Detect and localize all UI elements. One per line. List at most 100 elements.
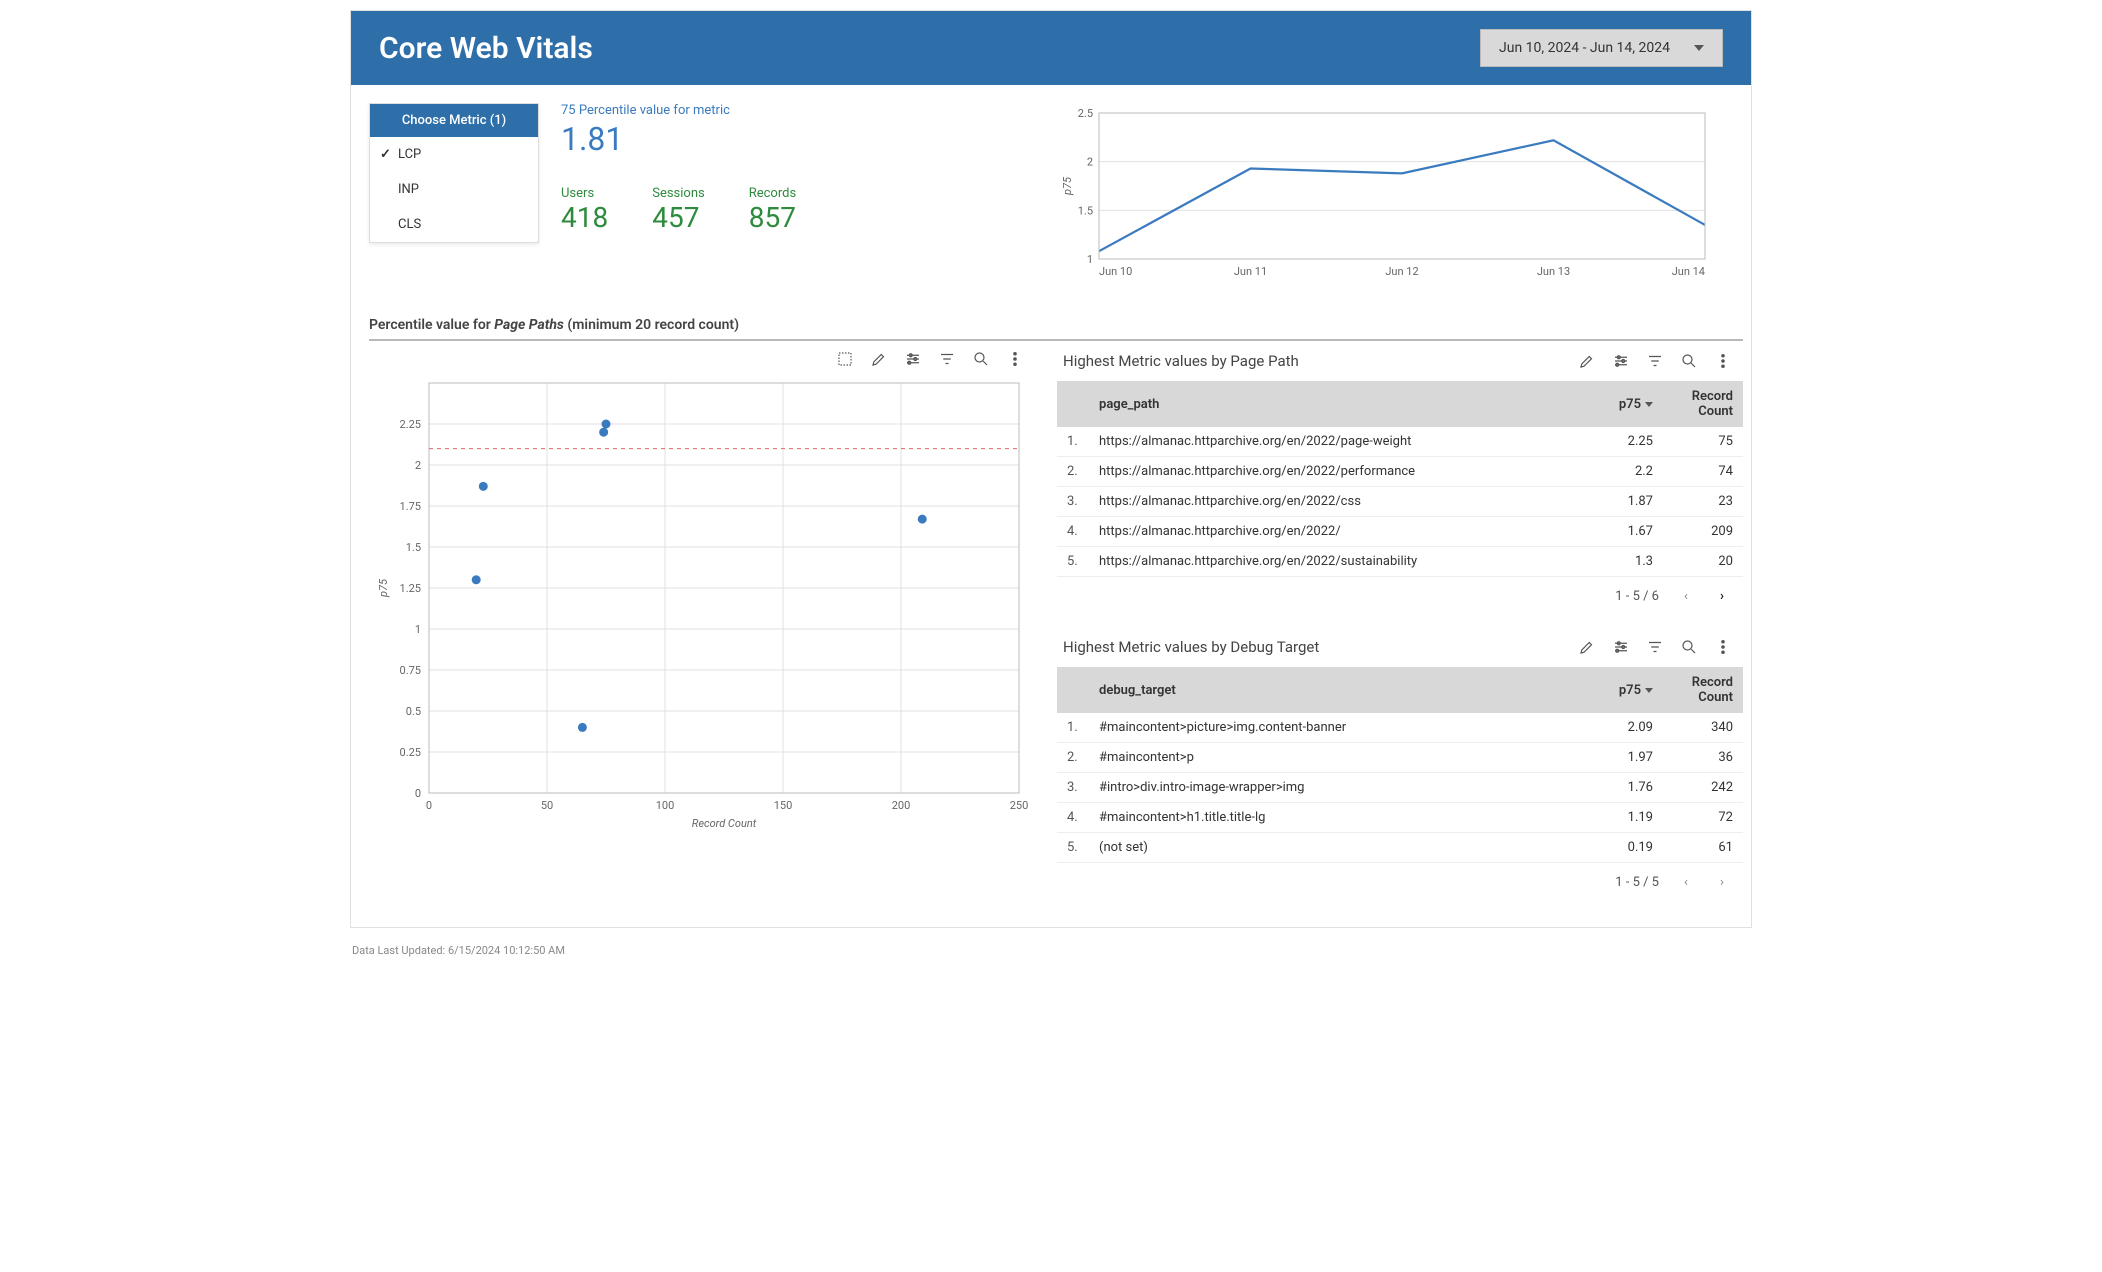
svg-text:2: 2 (1087, 156, 1093, 169)
metric-option-cls[interactable]: CLS (370, 207, 538, 242)
zoom-icon[interactable] (971, 349, 991, 369)
table-row[interactable]: 2.https://almanac.httparchive.org/en/202… (1057, 457, 1743, 487)
kpi-records: Records 857 (749, 186, 796, 234)
svg-text:2: 2 (415, 459, 421, 472)
metric-option-lcp[interactable]: LCP (370, 137, 538, 172)
edit-icon[interactable] (1577, 637, 1597, 657)
svg-text:0.75: 0.75 (400, 664, 421, 677)
page-table-pager: 1 - 5 / 6 ‹ › (1057, 577, 1743, 609)
svg-text:1.75: 1.75 (400, 500, 421, 513)
pager-next[interactable]: › (1713, 873, 1731, 891)
col-p75[interactable]: p75 (1566, 667, 1663, 713)
pager-range: 1 - 5 / 5 (1615, 875, 1659, 890)
tune-icon[interactable] (903, 349, 923, 369)
kpi-sessions-label: Sessions (652, 186, 705, 201)
svg-text:Jun 13: Jun 13 (1537, 265, 1570, 278)
svg-text:Record Count: Record Count (692, 817, 757, 830)
more-icon[interactable] (1713, 637, 1733, 657)
table-row[interactable]: 1.https://almanac.httparchive.org/en/202… (1057, 427, 1743, 457)
debug-table-pager: 1 - 5 / 5 ‹ › (1057, 863, 1743, 895)
sort-desc-icon (1645, 688, 1653, 693)
tune-icon[interactable] (1611, 351, 1631, 371)
kpi-p75-label: 75 Percentile value for metric (561, 103, 1029, 118)
svg-text:50: 50 (541, 799, 553, 812)
date-range-picker[interactable]: Jun 10, 2024 - Jun 14, 2024 (1480, 29, 1723, 67)
filter-icon[interactable] (1645, 351, 1665, 371)
metric-selector-title: Choose Metric (1) (370, 104, 538, 137)
svg-text:150: 150 (774, 799, 793, 812)
select-icon[interactable] (835, 349, 855, 369)
col-count[interactable]: Record Count (1663, 667, 1743, 713)
table-row[interactable]: 2.#maincontent>p1.9736 (1057, 743, 1743, 773)
table-row[interactable]: 3.https://almanac.httparchive.org/en/202… (1057, 487, 1743, 517)
chevron-down-icon (1694, 45, 1704, 51)
metric-option-inp[interactable]: INP (370, 172, 538, 207)
page-title: Core Web Vitals (379, 31, 593, 66)
page-path-table-title: Highest Metric values by Page Path (1063, 352, 1299, 370)
kpi-p75-value: 1.81 (561, 120, 1029, 158)
scatter-chart: 0 50 100 150 200 250 0 0.25 0.5 0.75 1 1.25 1.5 1.75 2… (369, 373, 1029, 833)
edit-icon[interactable] (1577, 351, 1597, 371)
svg-text:2.5: 2.5 (1078, 107, 1093, 120)
filter-icon[interactable] (937, 349, 957, 369)
svg-text:Jun 10: Jun 10 (1099, 265, 1132, 278)
page-table-toolbar (1577, 347, 1737, 375)
svg-text:250: 250 (1010, 799, 1029, 812)
footer-updated: Data Last Updated: 6/15/2024 10:12:50 AM (350, 938, 1752, 959)
sort-desc-icon (1645, 402, 1653, 407)
debug-target-table-block: Highest Metric values by Debug Target (1057, 631, 1743, 895)
more-icon[interactable] (1713, 351, 1733, 371)
table-row[interactable]: 1.#maincontent>picture>img.content-banne… (1057, 713, 1743, 743)
page-path-table-block: Highest Metric values by Page Path (1057, 345, 1743, 609)
svg-text:Jun 11: Jun 11 (1234, 265, 1267, 278)
scatter-toolbar (369, 345, 1029, 373)
svg-text:Jun 12: Jun 12 (1385, 265, 1418, 278)
svg-text:Jun 14: Jun 14 (1672, 265, 1705, 278)
more-icon[interactable] (1005, 349, 1025, 369)
section-heading-em: Page Paths (494, 317, 564, 333)
header: Core Web Vitals Jun 10, 2024 - Jun 14, 2… (351, 11, 1751, 85)
edit-icon[interactable] (869, 349, 889, 369)
svg-text:1: 1 (415, 623, 421, 636)
svg-text:0.5: 0.5 (406, 705, 421, 718)
kpi-users-label: Users (561, 186, 608, 201)
trend-chart: 11.522.5Jun 10Jun 11Jun 12Jun 13Jun 14p7… (1059, 103, 1743, 283)
kpi-sessions-value: 457 (652, 201, 705, 234)
svg-text:0.25: 0.25 (400, 746, 421, 759)
filter-icon[interactable] (1645, 637, 1665, 657)
date-range-label: Jun 10, 2024 - Jun 14, 2024 (1499, 40, 1670, 56)
table-row[interactable]: 3.#intro>div.intro-image-wrapper>img1.76… (1057, 773, 1743, 803)
svg-text:1.25: 1.25 (400, 582, 421, 595)
section-heading-suffix: (minimum 20 record count) (564, 317, 739, 333)
pager-prev[interactable]: ‹ (1677, 873, 1695, 891)
svg-text:200: 200 (892, 799, 911, 812)
table-row[interactable]: 4.https://almanac.httparchive.org/en/202… (1057, 517, 1743, 547)
col-p75[interactable]: p75 (1584, 381, 1663, 427)
kpi-sessions: Sessions 457 (652, 186, 705, 234)
kpi-users: Users 418 (561, 186, 608, 234)
col-path[interactable]: page_path (1089, 381, 1584, 427)
col-target[interactable]: debug_target (1089, 667, 1566, 713)
svg-text:2.25: 2.25 (400, 418, 421, 431)
pager-range: 1 - 5 / 6 (1615, 589, 1659, 604)
col-count[interactable]: Record Count (1663, 381, 1743, 427)
page-path-table: page_path p75 Record Count 1.https://alm… (1057, 381, 1743, 577)
svg-text:0: 0 (426, 799, 432, 812)
zoom-icon[interactable] (1679, 637, 1699, 657)
kpi-records-label: Records (749, 186, 796, 201)
svg-text:1.5: 1.5 (406, 541, 421, 554)
zoom-icon[interactable] (1679, 351, 1699, 371)
debug-target-table-title: Highest Metric values by Debug Target (1063, 638, 1319, 656)
section-divider (369, 339, 1743, 341)
table-row[interactable]: 5.https://almanac.httparchive.org/en/202… (1057, 547, 1743, 577)
tune-icon[interactable] (1611, 637, 1631, 657)
table-row[interactable]: 5.(not set)0.1961 (1057, 833, 1743, 863)
svg-text:100: 100 (656, 799, 675, 812)
svg-text:1.5: 1.5 (1078, 204, 1093, 217)
kpi-users-value: 418 (561, 201, 608, 234)
pager-prev[interactable]: ‹ (1677, 587, 1695, 605)
pager-next[interactable]: › (1713, 587, 1731, 605)
table-row[interactable]: 4.#maincontent>h1.title.title-lg1.1972 (1057, 803, 1743, 833)
section-heading: Percentile value for Page Paths (minimum… (369, 317, 1743, 333)
svg-text:0: 0 (415, 787, 421, 800)
